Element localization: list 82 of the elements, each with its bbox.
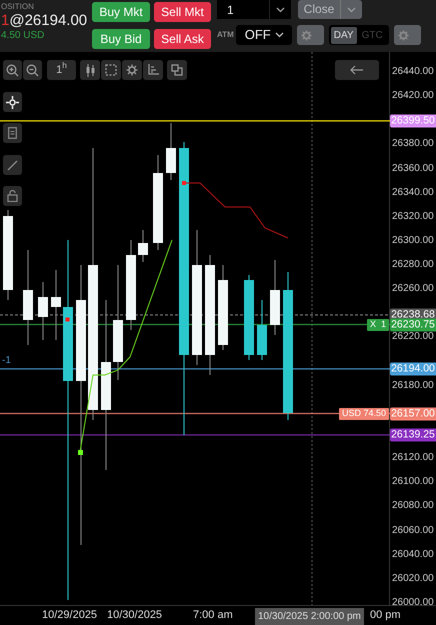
signal-marker bbox=[78, 450, 83, 455]
position-marker: -1 bbox=[2, 354, 11, 367]
position-pnl: 4.50 USD bbox=[1, 30, 46, 42]
time-axis-label: 10/29/2025 bbox=[42, 609, 98, 622]
zoom-in-button[interactable] bbox=[3, 60, 22, 80]
price-axis-label: 26340.00 bbox=[392, 186, 434, 199]
price-axis-label: 26040.00 bbox=[392, 548, 434, 561]
candle bbox=[138, 230, 148, 262]
signal-marker bbox=[182, 181, 186, 185]
price-axis-label: 26060.00 bbox=[392, 524, 434, 537]
document-icon bbox=[8, 127, 17, 139]
price-axis-label: 26020.00 bbox=[392, 572, 434, 585]
price-axis-label: 26320.00 bbox=[392, 210, 434, 223]
atm-label: ATM bbox=[217, 29, 234, 41]
line-tool-button[interactable] bbox=[3, 155, 22, 175]
caret-icon bbox=[347, 6, 356, 12]
atm-dropdown[interactable]: OFF bbox=[236, 25, 292, 45]
layout-icon bbox=[171, 64, 183, 76]
price-axis-label: 26220.00 bbox=[392, 331, 434, 344]
layout-button[interactable] bbox=[167, 60, 187, 80]
settings-button[interactable] bbox=[122, 60, 142, 80]
axis-button[interactable] bbox=[143, 60, 163, 80]
time-in-force-option[interactable]: DAY bbox=[330, 26, 357, 44]
time-axis-label: 10/30/2025 bbox=[107, 609, 162, 622]
candle bbox=[166, 122, 176, 180]
candle bbox=[51, 270, 61, 340]
signal-marker bbox=[66, 318, 70, 322]
buy-button[interactable]: Buy Bid bbox=[92, 29, 150, 49]
zoom-in-icon bbox=[6, 64, 19, 76]
lock-icon bbox=[7, 190, 18, 202]
caret-icon bbox=[274, 32, 284, 38]
interval-button[interactable]: 1$^{h}$ bbox=[47, 60, 76, 80]
crosshair-time-label: 10/30/2025 2:00:00 pm bbox=[255, 608, 364, 625]
candle bbox=[38, 282, 48, 340]
price-tag: 26230.75 bbox=[390, 318, 436, 332]
price-axis-label: 26280.00 bbox=[392, 259, 434, 272]
price-axis-label: 26180.00 bbox=[392, 380, 434, 392]
chart-type-button[interactable] bbox=[80, 60, 100, 80]
price-axis-label: 26300.00 bbox=[392, 234, 434, 247]
axis-icon bbox=[147, 64, 159, 76]
quantity-field[interactable]: 1 bbox=[217, 0, 291, 19]
settings-icon bbox=[398, 30, 409, 40]
price-axis-label: 26420.00 bbox=[392, 90, 434, 102]
price-tag: 26139.25 bbox=[390, 428, 436, 442]
sell-button[interactable]: Sell Ask bbox=[154, 29, 211, 49]
sell-button[interactable]: Sell Mkt bbox=[154, 2, 211, 22]
lock-button[interactable] bbox=[3, 186, 22, 206]
position-flag: X 1 bbox=[366, 318, 389, 331]
time-axis-label: 00 pm bbox=[370, 609, 401, 622]
back-button[interactable] bbox=[335, 60, 379, 80]
settings-icon bbox=[126, 64, 138, 76]
position-price: 1@26194.00 bbox=[1, 12, 88, 30]
price-axis-label: 26100.00 bbox=[392, 476, 434, 488]
price-axis-label: 26080.00 bbox=[392, 500, 434, 512]
position-flag: USD 74.50 bbox=[338, 408, 389, 420]
price-tag: 26194.00 bbox=[390, 362, 436, 376]
zoom-out-button[interactable] bbox=[23, 60, 42, 80]
crosshair-button[interactable] bbox=[3, 92, 22, 112]
candlestick-icon bbox=[84, 64, 96, 76]
arrow-left-icon bbox=[350, 65, 364, 75]
price-axis-label: 26260.00 bbox=[392, 283, 434, 296]
price-tag: 26157.00 bbox=[390, 407, 436, 420]
price-axis-label: 26380.00 bbox=[392, 138, 434, 150]
line-icon bbox=[7, 160, 18, 170]
dashed-square-icon bbox=[105, 64, 117, 76]
settings-icon bbox=[300, 30, 312, 40]
settings-button[interactable] bbox=[296, 25, 324, 45]
selection-button[interactable] bbox=[101, 60, 121, 80]
candle bbox=[257, 300, 267, 360]
settings-button[interactable] bbox=[394, 25, 421, 45]
price-axis-label: 26440.00 bbox=[392, 66, 434, 78]
crosshair-icon bbox=[6, 96, 19, 108]
price-axis-label: 26000.00 bbox=[392, 596, 434, 609]
caret-icon bbox=[276, 6, 285, 12]
position-label: OSITION bbox=[1, 2, 35, 12]
price-axis-label: 26120.00 bbox=[392, 452, 434, 464]
price-axis-label: 26360.00 bbox=[392, 162, 434, 175]
time-axis-label: 7:00 am bbox=[193, 609, 233, 622]
notes-button[interactable] bbox=[3, 123, 22, 143]
zoom-out-icon bbox=[26, 64, 39, 76]
price-tag: 26399.50 bbox=[390, 114, 436, 128]
buy-button[interactable]: Buy Mkt bbox=[92, 2, 150, 22]
